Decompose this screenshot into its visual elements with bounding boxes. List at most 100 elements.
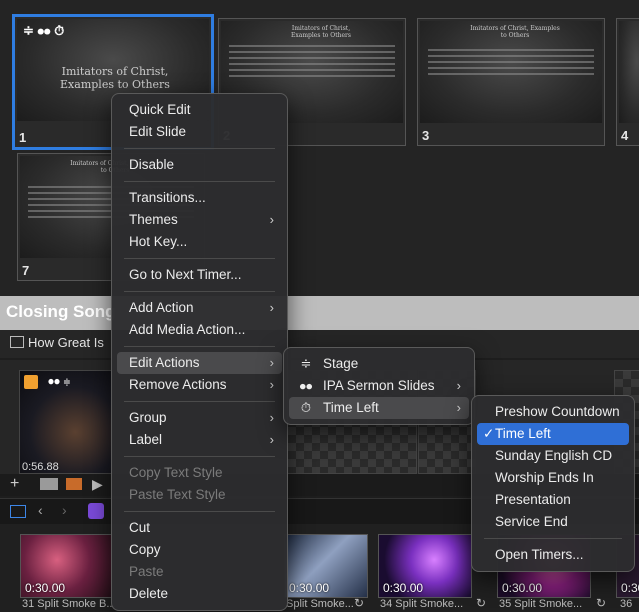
hot-key-item[interactable]: Hot Key... <box>117 231 282 253</box>
themes-label: Themes <box>129 212 178 227</box>
timer-item-presentation[interactable]: Presentation <box>477 489 629 511</box>
menu-separator <box>124 258 275 259</box>
timer-label: Service End <box>495 514 568 529</box>
chevron-right-icon: › <box>269 300 274 315</box>
timer-item-worship-ends-in[interactable]: Worship Ends In <box>477 467 629 489</box>
edit-actions-label: Edit Actions <box>129 355 200 370</box>
checkmark-icon: ✓ <box>483 426 495 441</box>
copy-item[interactable]: Copy <box>117 539 282 561</box>
themes-item[interactable]: Themes › <box>117 209 282 231</box>
slide-preview: Imitators of Christ, Examples to Others <box>420 21 602 123</box>
chevron-right-icon: › <box>269 355 274 370</box>
remove-actions-label: Remove Actions <box>129 377 227 392</box>
slide-text-lines <box>221 41 403 81</box>
slide-title: Imitators of Christ, Examples to Others <box>291 25 351 39</box>
play-icon[interactable]: ▶ <box>92 476 103 493</box>
timer-label: Sunday English CD <box>495 448 613 463</box>
action-icons: ⦁⦁ ≑ <box>48 374 71 388</box>
chevron-right-icon: › <box>269 410 274 425</box>
timer-item-time-left[interactable]: ✓Time Left <box>477 423 629 445</box>
timer-label: Time Left <box>495 426 551 441</box>
menu-separator <box>124 291 275 292</box>
slide-number: 7 <box>22 263 30 278</box>
slide-number: 4 <box>621 128 629 143</box>
media-bin-item[interactable]: 0:30.00 <box>378 534 472 598</box>
item-caption: 31 Split Smoke B... <box>22 598 116 610</box>
section-header[interactable]: Closing Song <box>0 296 639 330</box>
add-action-label: Add Action <box>129 300 194 315</box>
chevron-right-icon: › <box>269 432 274 447</box>
back-icon[interactable]: ‹ <box>38 502 43 518</box>
action-badge <box>24 375 38 389</box>
menu-separator <box>124 511 275 512</box>
song-label: How Great Is <box>28 335 104 350</box>
loop-icon: ↻ <box>596 596 607 610</box>
time-left-action-item[interactable]: ⏱ Time Left › <box>289 397 469 419</box>
transitions-item[interactable]: Transitions... <box>117 187 282 209</box>
timer-item-service-end[interactable]: Service End <box>477 511 629 533</box>
media-thumbnail[interactable]: ⦁⦁ ≑ 0:56.88 <box>19 370 113 474</box>
item-caption: 34 Split Smoke... <box>380 598 464 610</box>
copy-text-style-item[interactable]: Copy Text Style <box>117 462 282 484</box>
menu-separator <box>124 148 275 149</box>
menu-separator <box>124 401 275 402</box>
edit-actions-submenu: ≑ Stage ⦁⦁ IPA Sermon Slides › ⏱ Time Left › <box>283 347 475 425</box>
timers-submenu: Preshow Countdown ✓Time Left Sunday Engl… <box>471 395 635 572</box>
chevron-right-icon: › <box>269 377 274 392</box>
grid-view-icon[interactable] <box>40 478 58 490</box>
menu-separator <box>124 456 275 457</box>
stage-icon: ≑ <box>300 356 312 371</box>
pattern-icon[interactable] <box>66 478 82 490</box>
delete-item[interactable]: Delete <box>117 583 282 605</box>
edit-actions-item[interactable]: Edit Actions › <box>117 352 282 374</box>
loop-icon: ↻ <box>354 596 365 610</box>
cut-item[interactable]: Cut <box>117 517 282 539</box>
slide-number: 3 <box>422 128 430 143</box>
open-timers-item[interactable]: Open Timers... <box>477 544 629 566</box>
paste-item[interactable]: Paste <box>117 561 282 583</box>
timer-label: Worship Ends In <box>495 470 594 485</box>
slide-number: 1 <box>19 130 27 145</box>
timer-label: Preshow Countdown <box>495 404 620 419</box>
item-duration: 0:30.00 <box>383 581 424 595</box>
menu-separator <box>484 538 622 539</box>
menu-separator <box>124 181 275 182</box>
ipa-sermon-slides-label: IPA Sermon Slides <box>323 378 435 393</box>
remove-actions-item[interactable]: Remove Actions › <box>117 374 282 396</box>
slide-thumbnail-3[interactable]: Imitators of Christ, Examples to Others … <box>417 18 605 146</box>
menu-separator <box>124 346 275 347</box>
props-icon: ⦁⦁ <box>299 378 313 393</box>
slide-context-menu: Quick Edit Edit Slide Disable Transition… <box>111 93 288 611</box>
go-to-next-timer-item[interactable]: Go to Next Timer... <box>117 264 282 286</box>
timer-icon: ⏱ <box>300 400 312 415</box>
group-item[interactable]: Group › <box>117 407 282 429</box>
chevron-right-icon: › <box>456 400 461 415</box>
sidebar-toggle-icon[interactable] <box>10 505 26 518</box>
edit-slide-item[interactable]: Edit Slide <box>117 121 282 143</box>
item-duration: 0:30.00 <box>25 581 66 595</box>
media-library-icon[interactable] <box>88 503 104 519</box>
slide-grid: ≑ ⦁⦁ ⏱ Imitators of Christ, Examples to … <box>0 0 639 296</box>
paste-text-style-item[interactable]: Paste Text Style <box>117 484 282 506</box>
item-duration: 0:30.00 <box>621 581 639 595</box>
add-icon[interactable]: + <box>10 475 19 493</box>
stage-action-item[interactable]: ≑ Stage <box>289 353 469 375</box>
slide-thumbnail-4[interactable]: 4 <box>616 18 639 146</box>
stage-label: Stage <box>323 356 359 371</box>
item-duration: 0:30.00 <box>289 581 330 595</box>
chevron-right-icon: › <box>269 212 274 227</box>
ipa-sermon-slides-item[interactable]: ⦁⦁ IPA Sermon Slides › <box>289 375 469 397</box>
section-title: Closing Song <box>6 302 116 321</box>
disable-item[interactable]: Disable <box>117 154 282 176</box>
timer-label: Presentation <box>495 492 571 507</box>
chevron-right-icon: › <box>456 378 461 393</box>
forward-icon[interactable]: › <box>62 502 67 518</box>
quick-edit-item[interactable]: Quick Edit <box>117 99 282 121</box>
media-bin-item[interactable]: 0:30.00 <box>284 534 368 598</box>
add-action-item[interactable]: Add Action › <box>117 297 282 319</box>
timer-item-sunday-english-cd[interactable]: Sunday English CD <box>477 445 629 467</box>
media-bin-item[interactable]: 0:30.00 <box>20 534 112 598</box>
timer-item-preshow-countdown[interactable]: Preshow Countdown <box>477 401 629 423</box>
label-item[interactable]: Label › <box>117 429 282 451</box>
add-media-action-item[interactable]: Add Media Action... <box>117 319 282 341</box>
